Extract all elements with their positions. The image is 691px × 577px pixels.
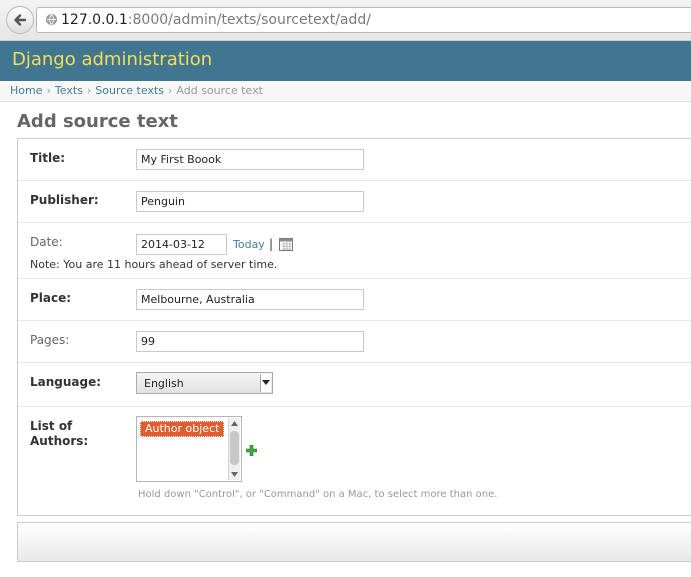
place-input[interactable]: Melbourne, Australia [136,289,364,310]
author-option[interactable]: Author object [140,421,225,437]
form-row-place: Place: Melbourne, Australia [18,279,691,321]
breadcrumb: Home › Texts › Source texts › Add source text [0,81,691,102]
browser-toolbar: 127.0.0.1:8000/admin/texts/sourcetext/ad… [0,0,691,41]
date-label: Date: [30,235,63,249]
back-button[interactable] [6,6,34,34]
place-label: Place: [30,291,72,305]
url-text: 127.0.0.1:8000/admin/texts/sourcetext/ad… [61,12,371,28]
select-arrow [260,374,271,392]
url-host: 127.0.0.1 [61,12,128,28]
breadcrumb-separator: › [168,84,173,97]
authors-label-line2: Authors: [30,434,89,448]
scroll-down-icon[interactable] [231,472,238,477]
language-label: Language: [30,375,102,389]
breadcrumb-separator: › [46,84,51,97]
breadcrumb-texts[interactable]: Texts [55,84,83,97]
calendar-icon[interactable] [278,236,294,252]
address-bar[interactable]: 127.0.0.1:8000/admin/texts/sourcetext/ad… [36,7,691,33]
site-title[interactable]: Django administration [12,49,212,70]
authors-multiselect[interactable]: Author object [136,416,242,482]
breadcrumb-separator: › [86,84,92,97]
language-selected-value: English [144,377,184,390]
globe-icon [46,14,57,25]
language-select[interactable]: English [136,372,273,394]
admin-header: Django administration [0,41,691,81]
multiselect-help: Hold down "Control", or "Command" on a M… [138,489,498,500]
form-row-authors: List of Authors: Author object Hold down… [18,407,691,515]
form-row-title: Title: My First Boook [18,139,691,181]
url-path: :8000/admin/texts/sourcetext/add/ [127,12,371,28]
form-fieldset: Title: My First Boook Publisher: Penguin… [17,138,691,516]
page-title: Add source text [17,111,178,132]
pages-input[interactable]: 99 [136,331,364,352]
authors-label-line1: List of [30,419,73,433]
timezone-note: Note: You are 11 hours ahead of server t… [30,258,278,271]
scroll-thumb[interactable] [230,431,239,465]
today-link[interactable]: Today [233,238,265,251]
scroll-up-icon[interactable] [231,421,238,426]
back-arrow-icon [14,14,27,26]
add-author-icon[interactable] [246,445,257,456]
submit-row [17,522,691,562]
date-input[interactable]: 2014-03-12 [136,234,227,255]
title-label: Title: [30,151,66,165]
date-shortcut-separator: | [269,237,274,251]
form-row-publisher: Publisher: Penguin [18,181,691,223]
breadcrumb-home[interactable]: Home [10,84,42,97]
publisher-input[interactable]: Penguin [136,191,364,212]
title-input[interactable]: My First Boook [136,149,364,170]
scrollbar[interactable] [228,418,240,480]
breadcrumb-current: Add source text [176,84,263,97]
pages-label: Pages: [30,333,70,347]
publisher-label: Publisher: [30,193,99,207]
chevron-down-icon [262,380,270,385]
form-row-date: Date: 2014-03-12 Today | Note: You are 1… [18,223,691,279]
form-row-language: Language: English [18,363,691,407]
breadcrumb-source-texts[interactable]: Source texts [95,84,164,97]
form-row-pages: Pages: 99 [18,321,691,363]
